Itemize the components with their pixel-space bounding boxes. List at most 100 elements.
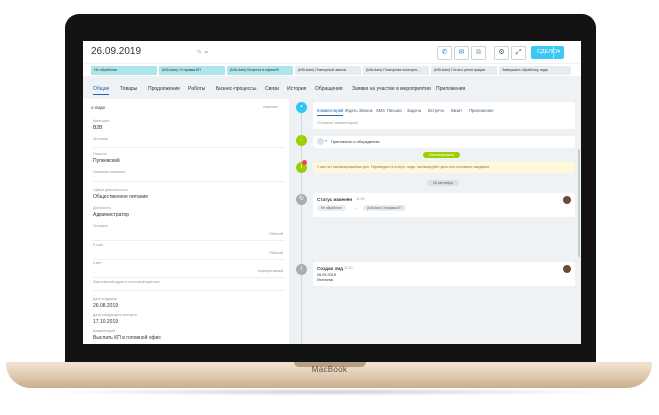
- status-change-icon: ↻: [296, 194, 307, 205]
- field-type: Корпоративный: [257, 269, 283, 273]
- stage-3[interactable]: (b2b-tiam) Встреча в офисе/б: [227, 66, 293, 75]
- stage-6[interactable]: (b2b-tiam) Готов к регистрации: [431, 66, 497, 75]
- card-header: 26.09.2019 ✎ ⚭ ✆ ✉ ⧉ ⚙ ⤢ СДЕЛКУ ▾: [83, 41, 581, 63]
- created-event-card: Создан лид 11:10 26.09.2019 Источник: [313, 262, 575, 286]
- avatar[interactable]: [563, 196, 571, 204]
- comment-icon: ▪: [296, 102, 307, 113]
- field-label: Комментарий: [93, 329, 116, 333]
- stage-2[interactable]: (b2b-tiam) Отправка КП: [159, 66, 225, 75]
- avatar[interactable]: [563, 265, 571, 273]
- composer-tab-wait[interactable]: Ждать: [345, 108, 358, 113]
- chat-icon: ◌: [296, 135, 307, 146]
- tab-applications[interactable]: Приложения: [436, 86, 465, 92]
- field-label: Источник: [93, 137, 108, 141]
- tab-products[interactable]: Товары: [120, 86, 137, 92]
- field-value: Пупкевский: [93, 158, 120, 164]
- event-date: 26.09.2019: [317, 273, 337, 277]
- divider: [93, 259, 285, 260]
- tab-business-processes[interactable]: Бизнес-процессы: [216, 86, 257, 92]
- composer-card: Комментарий Ждать Звонок SMS Письмо Зада…: [313, 102, 575, 129]
- field-label: Категория: [93, 119, 110, 123]
- event-time: 11:10: [344, 266, 353, 270]
- composer-tab-visit[interactable]: Визит: [451, 108, 462, 113]
- status-event-card: Статус изменён 11:15 Не обработан → (b2b…: [313, 193, 575, 217]
- arrow-right-icon: →: [353, 205, 357, 210]
- field-label: Название компании: [93, 170, 126, 174]
- divider: [93, 147, 285, 148]
- alert-dot: [302, 160, 307, 165]
- tab-requests[interactable]: Обращения: [315, 86, 342, 92]
- field-label: Фактический адрес в голосовой карточке: [93, 280, 160, 284]
- copy-icon[interactable]: ⧉: [471, 46, 486, 60]
- lead-details-panel: о лиде изменить Категория B2B Источник О…: [83, 99, 289, 344]
- field-label: Дата создания: [93, 297, 117, 301]
- field-value: Общественное питание: [93, 194, 149, 200]
- stage-4[interactable]: (b2b-tiam) Повторный звонок: [295, 66, 361, 75]
- tab-works[interactable]: Работы: [188, 86, 205, 92]
- comment-input[interactable]: Оставьте комментарий: [317, 121, 358, 125]
- tab-continuation[interactable]: Продолжение: [148, 86, 180, 92]
- invite-card[interactable]: ▾ Пригласить к обсуждению: [313, 136, 575, 148]
- page-title: 26.09.2019: [91, 46, 142, 57]
- field-label: Должность: [93, 206, 111, 210]
- stage-1[interactable]: Не обработан: [91, 66, 157, 75]
- gear-icon[interactable]: ⚙: [494, 46, 509, 60]
- event-title: Статус изменён: [317, 197, 353, 202]
- composer-tab-meeting[interactable]: Встреча: [428, 108, 444, 113]
- field-type: Рабочий: [269, 232, 283, 236]
- date-pill: 26 сентября: [427, 180, 459, 186]
- status-to-badge: (b2b-tiam) Отправка КП: [363, 205, 406, 211]
- field-type: Рабочий: [269, 251, 283, 255]
- avatar-placeholder-icon: [317, 138, 324, 145]
- edit-title-icon[interactable]: ✎ ⚭: [197, 49, 209, 56]
- field-value: 17.10.2019: [93, 319, 119, 325]
- field-label: Телефон: [93, 224, 108, 228]
- save-button[interactable]: СДЕЛКУ ▾: [531, 46, 564, 59]
- scheduled-pill: Запланировано: [423, 152, 461, 158]
- app-screen: 26.09.2019 ✎ ⚭ ✆ ✉ ⧉ ⚙ ⤢ СДЕЛКУ ▾ Не обра…: [83, 41, 581, 344]
- event-time: 11:15: [356, 197, 365, 201]
- section-title: о лиде: [91, 105, 106, 110]
- divider: [93, 290, 285, 291]
- composer-tab-app[interactable]: Приложение: [469, 108, 494, 113]
- event-note: Источник: [317, 278, 334, 282]
- timeline-panel: ▪ Комментарий Ждать Звонок SMS Письмо За…: [289, 99, 581, 344]
- chevron-down-icon: ▾: [325, 138, 328, 143]
- status-from-badge: Не обработан: [317, 205, 346, 211]
- brand-label: MacBook: [311, 365, 348, 374]
- field-label: Дата следующего контакта: [93, 313, 137, 317]
- mail-icon[interactable]: ✉: [454, 46, 469, 60]
- invite-label: Пригласить к обсуждению: [331, 139, 380, 144]
- tab-history[interactable]: История: [287, 86, 306, 92]
- event-title: Создан лид: [317, 266, 343, 271]
- chevron-down-icon[interactable]: ▾: [553, 46, 564, 59]
- tab-links[interactable]: Связи: [265, 86, 279, 92]
- laptop-frame: MacBook 26.09.2019 ✎ ⚭ ✆ ✉ ⧉ ⚙ ⤢ СДЕЛКУ ▾…: [0, 0, 659, 415]
- field-label: Сфера деятельности: [93, 188, 128, 192]
- field-label: Сайт: [93, 261, 102, 265]
- phone-icon[interactable]: ✆: [437, 46, 452, 60]
- edit-section-link[interactable]: изменить: [263, 105, 278, 109]
- scrollbar[interactable]: [578, 149, 580, 257]
- field-value: 26.08.2019: [93, 303, 119, 309]
- stage-7[interactable]: Завершить обработку лида: [499, 66, 571, 75]
- field-label: E-mail: [93, 243, 103, 247]
- expand-icon[interactable]: ⤢: [511, 46, 526, 60]
- field-value: Выслать КП в головной офис: [93, 335, 161, 341]
- divider: [93, 240, 285, 241]
- composer-tab-email[interactable]: Письмо: [387, 108, 402, 113]
- field-value: B2B: [93, 125, 103, 131]
- field-value: Администратор: [93, 212, 130, 218]
- composer-tab-comment[interactable]: Комментарий: [317, 108, 344, 116]
- stage-5[interactable]: (b2b-tiam) Повторная посещен...: [363, 66, 429, 75]
- composer-tab-call[interactable]: Звонок: [359, 108, 373, 113]
- lead-created-icon: i: [296, 264, 307, 275]
- composer-tab-sms[interactable]: SMS: [376, 108, 385, 113]
- field-label: Отрасль: [93, 152, 107, 156]
- laptop-shadow: [40, 388, 620, 396]
- divider: [93, 277, 285, 278]
- composer-tab-task[interactable]: Задача: [407, 108, 421, 113]
- tab-general[interactable]: Общие: [93, 86, 110, 95]
- divider: [93, 181, 285, 182]
- tab-event-applications[interactable]: Заявки на участие в мероприятии: [352, 86, 431, 92]
